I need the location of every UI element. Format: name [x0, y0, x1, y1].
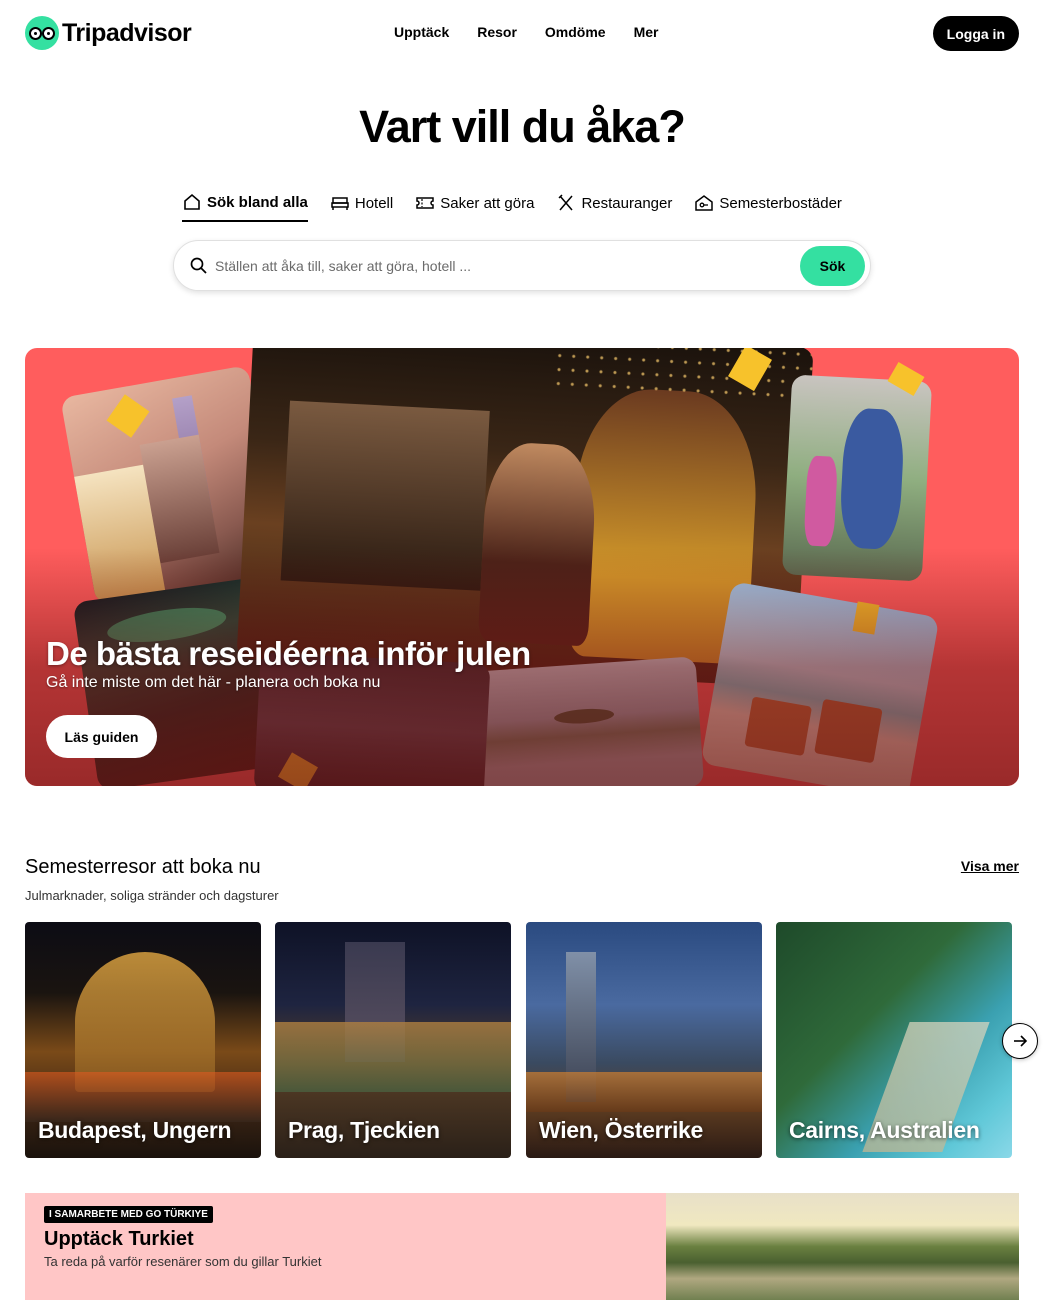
tab-things-to-do[interactable]: Saker att göra — [415, 192, 534, 222]
card-label: Wien, Österrike — [539, 1117, 704, 1143]
bed-icon — [331, 197, 349, 210]
destination-carousel: Budapest, Ungern Prag, Tjeckien Wien, Ös… — [25, 922, 1019, 1158]
nav-item-omdome[interactable]: Omdöme — [545, 24, 606, 40]
logo-text: Tripadvisor — [62, 18, 192, 47]
carousel-next-button[interactable] — [1002, 1023, 1038, 1059]
search-icon — [190, 257, 207, 274]
arrow-right-icon — [1014, 1035, 1028, 1047]
section-subtitle: Julmarknader, soliga stränder och dagstu… — [25, 888, 279, 903]
promo-title: De bästa reseidéerna inför julen — [46, 635, 531, 672]
owl-logo-icon — [25, 16, 59, 50]
destination-card-cairns[interactable]: Cairns, Australien — [776, 922, 1012, 1158]
login-button[interactable]: Logga in — [932, 16, 1019, 51]
sponsor-subtitle: Ta reda på varför resenärer som du gilla… — [44, 1254, 322, 1269]
card-label: Budapest, Ungern — [38, 1117, 232, 1143]
sponsor-title: Upptäck Turkiet — [44, 1228, 194, 1250]
sponsored-banner[interactable]: I SAMARBETE MED GO TÜRKIYE Upptäck Turki… — [25, 1193, 1019, 1300]
sponsor-content: I SAMARBETE MED GO TÜRKIYE Upptäck Turki… — [25, 1193, 666, 1300]
see-more-link[interactable]: Visa mer — [961, 858, 1019, 874]
read-guide-button[interactable]: Läs guiden — [46, 715, 157, 758]
home-icon — [184, 193, 200, 210]
ticket-icon — [416, 197, 434, 209]
destination-card-vienna[interactable]: Wien, Österrike — [526, 922, 762, 1158]
tab-label: Sök bland alla — [207, 193, 308, 211]
header: Tripadvisor Upptäck Resor Omdöme Mer Log… — [0, 0, 1044, 66]
tab-search-all[interactable]: Sök bland alla — [182, 192, 308, 222]
page-title: Vart vill du åka? — [359, 101, 686, 152]
card-label: Prag, Tjeckien — [288, 1117, 440, 1143]
tab-restaurants[interactable]: Restauranger — [556, 192, 672, 222]
tab-label: Saker att göra — [440, 194, 535, 212]
tab-hotels[interactable]: Hotell — [330, 192, 393, 222]
section-title: Semesterresor att boka nu — [25, 856, 261, 878]
tab-label: Hotell — [354, 194, 394, 212]
sponsor-badge: I SAMARBETE MED GO TÜRKIYE — [44, 1206, 213, 1223]
tripadvisor-logo[interactable]: Tripadvisor — [25, 16, 192, 50]
tab-label: Restauranger — [581, 194, 673, 212]
promo-banner[interactable]: De bästa reseidéerna inför julen Gå inte… — [25, 348, 1019, 786]
tab-vacation-rentals[interactable]: Semesterbostäder — [694, 192, 842, 222]
house-key-icon — [695, 195, 714, 211]
main-nav: Upptäck Resor Omdöme Mer — [394, 24, 687, 40]
nav-item-resor[interactable]: Resor — [477, 24, 517, 40]
search-tabs: Sök bland alla Hotell Saker att göra Res… — [182, 192, 864, 222]
destination-card-prague[interactable]: Prag, Tjeckien — [275, 922, 511, 1158]
card-label: Cairns, Australien — [789, 1117, 980, 1143]
promo-subtitle: Gå inte miste om det här - planera och b… — [46, 674, 381, 691]
tab-label: Semesterbostäder — [719, 194, 842, 212]
search-button[interactable]: Sök — [800, 246, 865, 286]
destination-card-budapest[interactable]: Budapest, Ungern — [25, 922, 261, 1158]
utensils-icon — [558, 194, 574, 211]
search-input[interactable] — [215, 253, 795, 279]
turkey-lake-photo — [666, 1193, 1019, 1300]
nav-item-upptack[interactable]: Upptäck — [394, 24, 449, 40]
nav-item-mer[interactable]: Mer — [634, 24, 659, 40]
search-bar: Sök — [173, 240, 871, 291]
